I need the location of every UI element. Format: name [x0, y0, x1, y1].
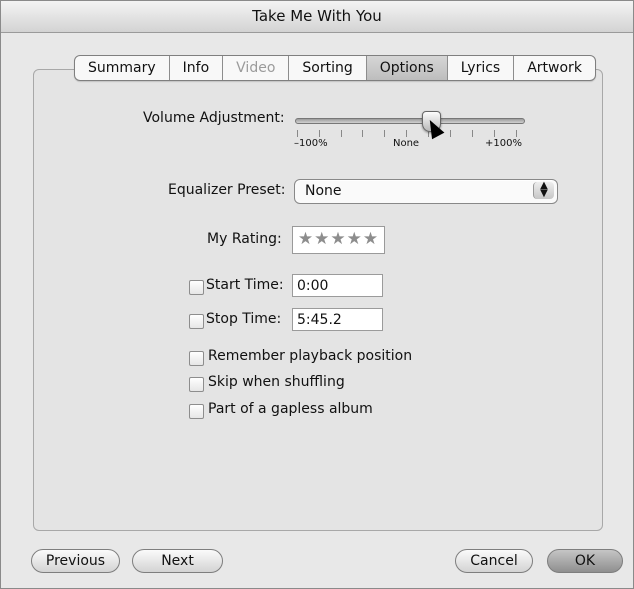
volume-tick [494, 130, 495, 137]
stop-time-field[interactable]: 5:45.2 [292, 308, 383, 331]
volume-min-label: –100% [294, 138, 328, 149]
equalizer-preset-value: None [305, 183, 342, 199]
window-title: Take Me With You [1, 1, 633, 33]
volume-max-label: +100% [485, 138, 522, 149]
rating-stars[interactable]: ★★★★★ [292, 226, 385, 254]
volume-none-label: None [393, 138, 420, 149]
tab-sorting[interactable]: Sorting [289, 56, 367, 80]
volume-tick [319, 130, 320, 137]
equalizer-preset-select[interactable]: None ▲ ▼ [294, 179, 558, 204]
remember-playback-label: Remember playback position [208, 348, 413, 364]
volume-tick [341, 130, 342, 137]
tab-lyrics[interactable]: Lyrics [448, 56, 515, 80]
start-time-label: Start Time: [206, 277, 284, 293]
skip-shuffling-label: Skip when shuffling [208, 374, 345, 390]
volume-tick [516, 130, 517, 137]
start-time-field[interactable]: 0:00 [292, 274, 383, 297]
volume-tick [450, 130, 451, 137]
up-down-arrows-icon: ▲ ▼ [533, 181, 554, 199]
tab-summary[interactable]: Summary [75, 56, 170, 80]
volume-tick [406, 130, 407, 137]
stop-time-checkbox[interactable] [189, 314, 204, 329]
my-rating-label: My Rating: [207, 231, 282, 247]
volume-tick [384, 130, 385, 137]
next-button[interactable]: Next [132, 549, 223, 573]
track-info-window: Take Me With You Summary Info Video Sort… [0, 0, 634, 589]
tab-options[interactable]: Options [366, 56, 448, 80]
volume-tick [362, 130, 363, 137]
equalizer-preset-label: Equalizer Preset: [168, 182, 286, 198]
tab-video: Video [223, 56, 290, 80]
stop-time-label: Stop Time: [206, 311, 282, 327]
remember-playback-checkbox[interactable] [189, 351, 204, 366]
cancel-button[interactable]: Cancel [455, 549, 533, 573]
volume-slider-track[interactable] [295, 118, 525, 124]
gapless-album-label: Part of a gapless album [208, 401, 373, 417]
volume-tick [472, 130, 473, 137]
start-time-checkbox[interactable] [189, 280, 204, 295]
previous-button[interactable]: Previous [31, 549, 120, 573]
volume-adjustment-label: Volume Adjustment: [143, 110, 285, 126]
volume-tick [297, 130, 298, 137]
ok-button[interactable]: OK [547, 549, 623, 573]
tab-info[interactable]: Info [170, 56, 224, 80]
tab-bar: Summary Info Video Sorting Options Lyric… [74, 55, 596, 81]
tab-artwork[interactable]: Artwork [514, 56, 595, 80]
skip-shuffling-checkbox[interactable] [189, 377, 204, 392]
gapless-album-checkbox[interactable] [189, 404, 204, 419]
